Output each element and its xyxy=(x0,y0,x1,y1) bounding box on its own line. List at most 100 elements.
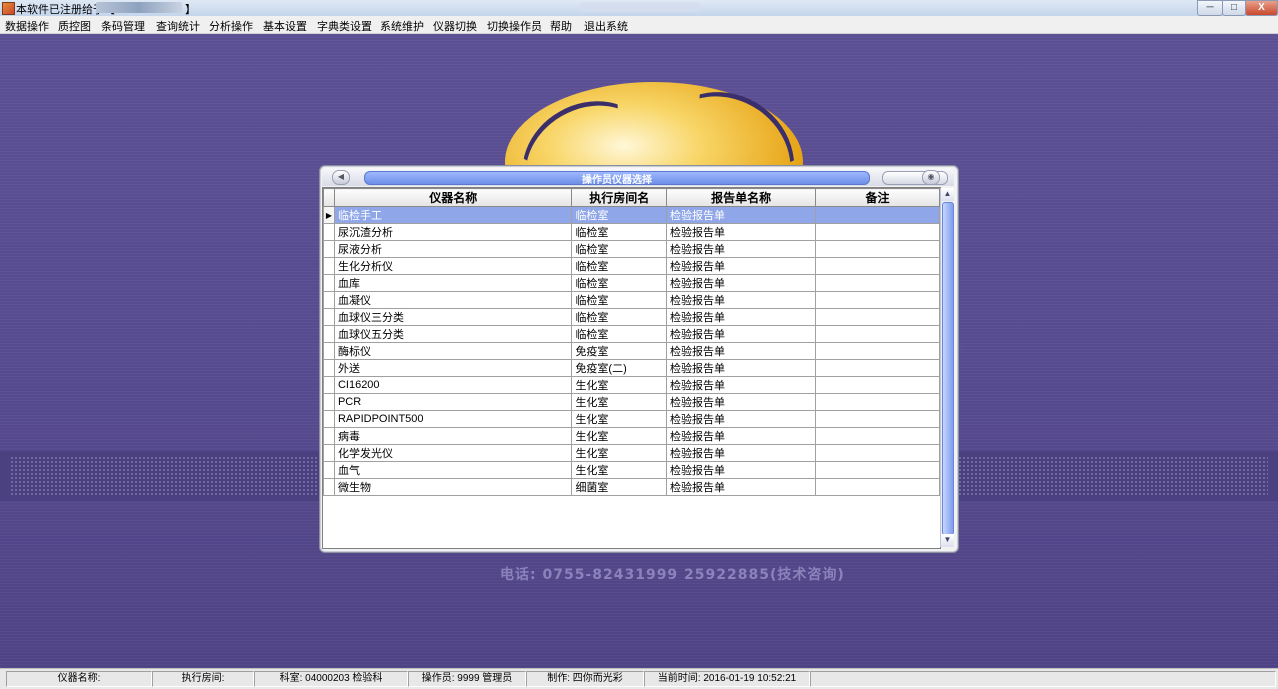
cell-note[interactable] xyxy=(815,376,940,394)
cell-report[interactable]: 检验报告单 xyxy=(666,206,817,224)
table-row[interactable]: 血气 生化室 检验报告单 xyxy=(323,461,940,479)
menu-qc-chart[interactable]: 质控图 xyxy=(58,18,91,34)
table-row[interactable]: 生化分析仪 临检室 检验报告单 xyxy=(323,257,940,275)
menu-query-stats[interactable]: 查询统计 xyxy=(156,18,200,34)
cell-note[interactable] xyxy=(815,461,940,479)
table-row[interactable]: 血球仪五分类 临检室 检验报告单 xyxy=(323,325,940,343)
cell-room[interactable]: 临检室 xyxy=(571,223,668,241)
table-row[interactable]: 酶标仪 免疫室 检验报告单 xyxy=(323,342,940,360)
cell-room[interactable]: 临检室 xyxy=(571,308,668,326)
cell-report[interactable]: 检验报告单 xyxy=(666,308,817,326)
table-row[interactable]: 微生物 细菌室 检验报告单 xyxy=(323,478,940,496)
cell-note[interactable] xyxy=(815,393,940,411)
cell-note[interactable] xyxy=(815,359,940,377)
cell-room[interactable]: 生化室 xyxy=(571,376,668,394)
cell-note[interactable] xyxy=(815,478,940,496)
cell-instrument-name[interactable]: 血凝仪 xyxy=(333,291,573,309)
cell-room[interactable]: 临检室 xyxy=(571,240,668,258)
cell-room[interactable]: 临检室 xyxy=(571,325,668,343)
cell-room[interactable]: 免疫室(二) xyxy=(571,359,668,377)
column-header-room[interactable]: 执行房间名 xyxy=(571,188,668,207)
menu-data-ops[interactable]: 数据操作 xyxy=(5,18,49,34)
table-row[interactable]: 血凝仪 临检室 检验报告单 xyxy=(323,291,940,309)
cell-note[interactable] xyxy=(815,274,940,292)
cell-report[interactable]: 检验报告单 xyxy=(666,291,817,309)
cell-instrument-name[interactable]: PCR xyxy=(333,393,573,411)
cell-report[interactable]: 检验报告单 xyxy=(666,274,817,292)
menu-switch-operator[interactable]: 切换操作员 xyxy=(487,18,542,34)
cell-instrument-name[interactable]: 血球仪三分类 xyxy=(333,308,573,326)
cell-note[interactable] xyxy=(815,308,940,326)
cell-report[interactable]: 检验报告单 xyxy=(666,359,817,377)
cell-note[interactable] xyxy=(815,410,940,428)
cell-instrument-name[interactable]: 化学发光仪 xyxy=(333,444,573,462)
cell-note[interactable] xyxy=(815,240,940,258)
cell-report[interactable]: 检验报告单 xyxy=(666,410,817,428)
menu-help[interactable]: 帮助 xyxy=(550,18,572,34)
vertical-scrollbar[interactable]: ▲ ▼ xyxy=(940,188,954,547)
cell-instrument-name[interactable]: 尿沉渣分析 xyxy=(333,223,573,241)
menu-dictionary[interactable]: 字典类设置 xyxy=(317,18,372,34)
menu-barcode[interactable]: 条码管理 xyxy=(101,18,145,34)
cell-report[interactable]: 检验报告单 xyxy=(666,376,817,394)
minimize-button[interactable]: ─ xyxy=(1197,0,1223,16)
menu-basic-settings[interactable]: 基本设置 xyxy=(263,18,307,34)
cell-room[interactable]: 生化室 xyxy=(571,427,668,445)
menu-switch-instrument[interactable]: 仪器切换 xyxy=(433,18,477,34)
cell-report[interactable]: 检验报告单 xyxy=(666,342,817,360)
column-header-report[interactable]: 报告单名称 xyxy=(666,188,817,207)
cell-room[interactable]: 生化室 xyxy=(571,444,668,462)
maximize-button[interactable]: □ xyxy=(1222,0,1246,16)
menu-system-maint[interactable]: 系统维护 xyxy=(380,18,424,34)
cell-note[interactable] xyxy=(815,444,940,462)
cell-instrument-name[interactable]: 病毒 xyxy=(333,427,573,445)
dialog-close-button[interactable]: ◉ xyxy=(922,170,940,185)
cell-instrument-name[interactable]: 酶标仪 xyxy=(333,342,573,360)
cell-room[interactable]: 临检室 xyxy=(571,291,668,309)
cell-room[interactable]: 细菌室 xyxy=(571,478,668,496)
cell-report[interactable]: 检验报告单 xyxy=(666,478,817,496)
cell-room[interactable]: 免疫室 xyxy=(571,342,668,360)
cell-instrument-name[interactable]: 血气 xyxy=(333,461,573,479)
cell-room[interactable]: 生化室 xyxy=(571,461,668,479)
dialog-left-button[interactable]: ◀ xyxy=(332,170,350,185)
scroll-up-arrow-icon[interactable]: ▲ xyxy=(941,188,954,201)
table-row[interactable]: ▶ 临检手工 临检室 检验报告单 xyxy=(323,206,940,224)
table-row[interactable]: 外送 免疫室(二) 检验报告单 xyxy=(323,359,940,377)
cell-instrument-name[interactable]: 临检手工 xyxy=(333,206,573,224)
cell-instrument-name[interactable]: 尿液分析 xyxy=(333,240,573,258)
table-row[interactable]: 尿沉渣分析 临检室 检验报告单 xyxy=(323,223,940,241)
table-row[interactable]: PCR 生化室 检验报告单 xyxy=(323,393,940,411)
cell-room[interactable]: 生化室 xyxy=(571,410,668,428)
table-row[interactable]: 血库 临检室 检验报告单 xyxy=(323,274,940,292)
column-header-note[interactable]: 备注 xyxy=(815,188,940,207)
table-row[interactable]: 病毒 生化室 检验报告单 xyxy=(323,427,940,445)
cell-instrument-name[interactable]: RAPIDPOINT500 xyxy=(333,410,573,428)
cell-instrument-name[interactable]: 微生物 xyxy=(333,478,573,496)
scroll-down-arrow-icon[interactable]: ▼ xyxy=(941,534,954,547)
cell-note[interactable] xyxy=(815,342,940,360)
cell-room[interactable]: 生化室 xyxy=(571,393,668,411)
cell-note[interactable] xyxy=(815,325,940,343)
scroll-thumb[interactable] xyxy=(942,202,954,535)
cell-note[interactable] xyxy=(815,291,940,309)
cell-report[interactable]: 检验报告单 xyxy=(666,257,817,275)
menu-exit[interactable]: 退出系统 xyxy=(584,18,628,34)
cell-room[interactable]: 临检室 xyxy=(571,274,668,292)
cell-note[interactable] xyxy=(815,257,940,275)
cell-report[interactable]: 检验报告单 xyxy=(666,325,817,343)
cell-instrument-name[interactable]: 血库 xyxy=(333,274,573,292)
cell-instrument-name[interactable]: CI16200 xyxy=(333,376,573,394)
cell-report[interactable]: 检验报告单 xyxy=(666,461,817,479)
cell-instrument-name[interactable]: 生化分析仪 xyxy=(333,257,573,275)
cell-report[interactable]: 检验报告单 xyxy=(666,393,817,411)
table-row[interactable]: 化学发光仪 生化室 检验报告单 xyxy=(323,444,940,462)
cell-report[interactable]: 检验报告单 xyxy=(666,427,817,445)
table-row[interactable]: 尿液分析 临检室 检验报告单 xyxy=(323,240,940,258)
cell-instrument-name[interactable]: 外送 xyxy=(333,359,573,377)
close-button[interactable]: X xyxy=(1245,0,1278,16)
cell-note[interactable] xyxy=(815,223,940,241)
menu-analysis[interactable]: 分析操作 xyxy=(209,18,253,34)
cell-report[interactable]: 检验报告单 xyxy=(666,223,817,241)
column-header-instrument[interactable]: 仪器名称 xyxy=(333,188,573,207)
